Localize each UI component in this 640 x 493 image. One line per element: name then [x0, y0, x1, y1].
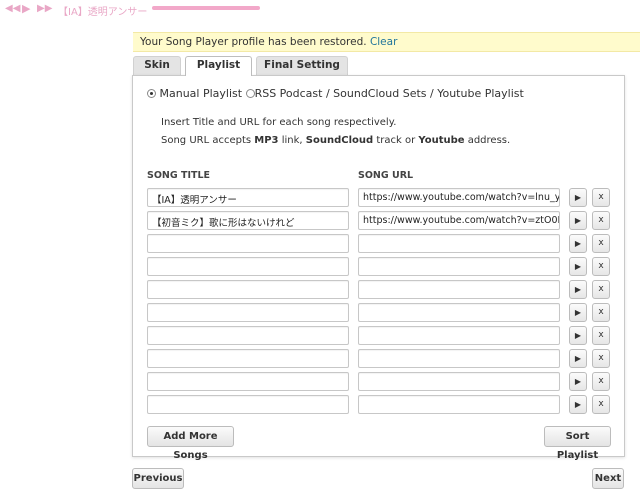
manual-playlist-radio[interactable] [147, 89, 156, 98]
play-song-button[interactable]: ▶ [569, 211, 587, 230]
song-url-header: SONG URL [358, 170, 414, 181]
play-icon[interactable]: ▶ [22, 3, 30, 14]
next-button[interactable]: Next [592, 468, 624, 489]
tab-skin[interactable]: Skin [133, 56, 181, 75]
restore-notice: Your Song Player profile has been restor… [133, 32, 640, 52]
song-title-input[interactable] [147, 280, 349, 299]
previous-button[interactable]: Previous [132, 468, 184, 489]
song-title-input[interactable]: 【IA】透明アンサー [147, 188, 349, 207]
play-song-button[interactable]: ▶ [569, 234, 587, 253]
song-title-input[interactable] [147, 395, 349, 414]
song-row: ▶ x [147, 372, 617, 392]
remove-song-button[interactable]: x [592, 211, 610, 230]
song-url-input[interactable]: https://www.youtube.com/watch?v=lnu_yEtH… [358, 188, 560, 207]
song-row: ▶ x [147, 257, 617, 277]
now-playing-title: 【IA】透明アンサー [58, 7, 148, 18]
song-title-input[interactable] [147, 257, 349, 276]
rss-podcast-label[interactable]: RSS Podcast / SoundCloud Sets / Youtube … [255, 87, 524, 100]
previous-track-icon[interactable]: ◀◀ [5, 4, 20, 14]
song-row: 【初音ミク】歌に形はないけれど https://www.youtube.com/… [147, 211, 617, 231]
remove-song-button[interactable]: x [592, 372, 610, 391]
song-title-header: SONG TITLE [147, 170, 211, 181]
instruction-url-formats: Song URL accepts MP3 link, SoundCloud tr… [161, 135, 510, 146]
play-song-button[interactable]: ▶ [569, 349, 587, 368]
song-url-input[interactable] [358, 303, 560, 322]
soundcloud-label: SoundCloud [305, 135, 374, 146]
remove-song-button[interactable]: x [592, 257, 610, 276]
clear-link[interactable]: Clear [370, 36, 397, 48]
song-row: ▶ x [147, 234, 617, 254]
song-url-input[interactable] [358, 234, 560, 253]
remove-song-button[interactable]: x [592, 395, 610, 414]
song-url-input[interactable] [358, 372, 560, 391]
rss-podcast-radio[interactable] [245, 89, 255, 98]
instruction-suffix: address. [464, 135, 511, 146]
song-row: ▶ x [147, 349, 617, 369]
song-url-input[interactable] [358, 326, 560, 345]
source-options: Manual Playlist RSS Podcast / SoundCloud… [147, 87, 524, 100]
instruction-mid2: track or [373, 135, 419, 146]
song-url-input[interactable] [358, 349, 560, 368]
remove-song-button[interactable]: x [592, 326, 610, 345]
mini-player: ◀◀ ▶ ▶▶ 【IA】透明アンサー [0, 0, 640, 20]
play-song-button[interactable]: ▶ [569, 326, 587, 345]
notice-text: Your Song Player profile has been restor… [140, 36, 370, 48]
remove-song-button[interactable]: x [592, 303, 610, 322]
remove-song-button[interactable]: x [592, 188, 610, 207]
song-url-input[interactable] [358, 280, 560, 299]
song-row: ▶ x [147, 303, 617, 323]
song-row: ▶ x [147, 395, 617, 415]
play-song-button[interactable]: ▶ [569, 303, 587, 322]
tab-final-setting[interactable]: Final Setting [256, 56, 348, 75]
manual-playlist-label[interactable]: Manual Playlist [160, 87, 243, 100]
instruction-title-url: Insert Title and URL for each song respe… [161, 117, 397, 128]
song-title-input[interactable]: 【初音ミク】歌に形はないけれど [147, 211, 349, 230]
instruction-mid1: link, [278, 135, 306, 146]
song-title-input[interactable] [147, 372, 349, 391]
instruction-prefix: Song URL accepts [161, 135, 255, 146]
youtube-label: Youtube [418, 135, 465, 146]
song-url-input[interactable]: https://www.youtube.com/watch?v=ztO0F-rh… [358, 211, 560, 230]
song-url-input[interactable] [358, 395, 560, 414]
remove-song-button[interactable]: x [592, 234, 610, 253]
remove-song-button[interactable]: x [592, 280, 610, 299]
song-title-input[interactable] [147, 326, 349, 345]
next-track-icon[interactable]: ▶▶ [37, 4, 52, 14]
player-progress-bar[interactable] [152, 6, 260, 10]
play-song-button[interactable]: ▶ [569, 395, 587, 414]
play-song-button[interactable]: ▶ [569, 372, 587, 391]
add-more-songs-button[interactable]: Add More Songs [147, 426, 234, 461]
song-title-input[interactable] [147, 349, 349, 368]
sort-playlist-button[interactable]: Sort Playlist [544, 426, 611, 461]
song-row: 【IA】透明アンサー https://www.youtube.com/watch… [147, 188, 617, 208]
play-song-button[interactable]: ▶ [569, 280, 587, 299]
song-url-input[interactable] [358, 257, 560, 276]
tab-playlist[interactable]: Playlist [185, 56, 252, 76]
play-song-button[interactable]: ▶ [569, 188, 587, 207]
song-title-input[interactable] [147, 303, 349, 322]
playlist-panel: Manual Playlist RSS Podcast / SoundCloud… [132, 75, 625, 461]
play-song-button[interactable]: ▶ [569, 257, 587, 276]
song-title-input[interactable] [147, 234, 349, 253]
mp3-label: MP3 [254, 135, 279, 146]
song-row: ▶ x [147, 326, 617, 346]
song-row: ▶ x [147, 280, 617, 300]
remove-song-button[interactable]: x [592, 349, 610, 368]
